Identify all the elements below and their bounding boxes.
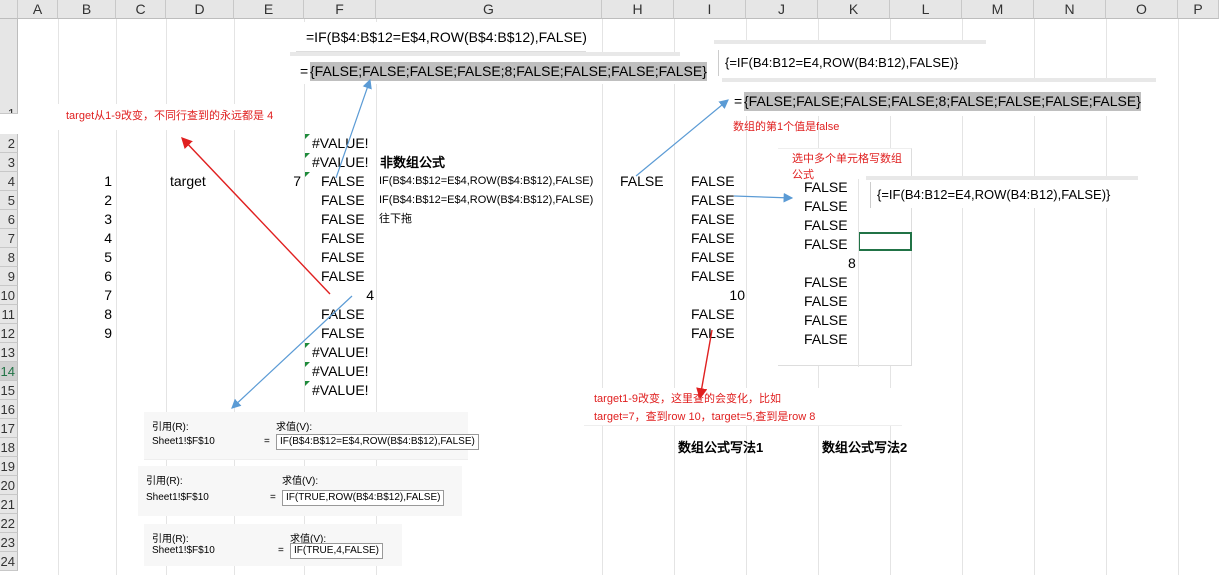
- arrow-i5-to-multi-cell: [733, 192, 794, 203]
- arrow-f-to-top-formula: [335, 78, 372, 179]
- arrow-f10-to-target-note: [181, 136, 331, 295]
- annotation-arrows: [181, 78, 794, 409]
- arrow-f10-to-evaluate: [231, 295, 353, 409]
- arrow-h4-to-right-formula: [635, 99, 729, 177]
- arrow-i12-to-change-note: [696, 329, 713, 400]
